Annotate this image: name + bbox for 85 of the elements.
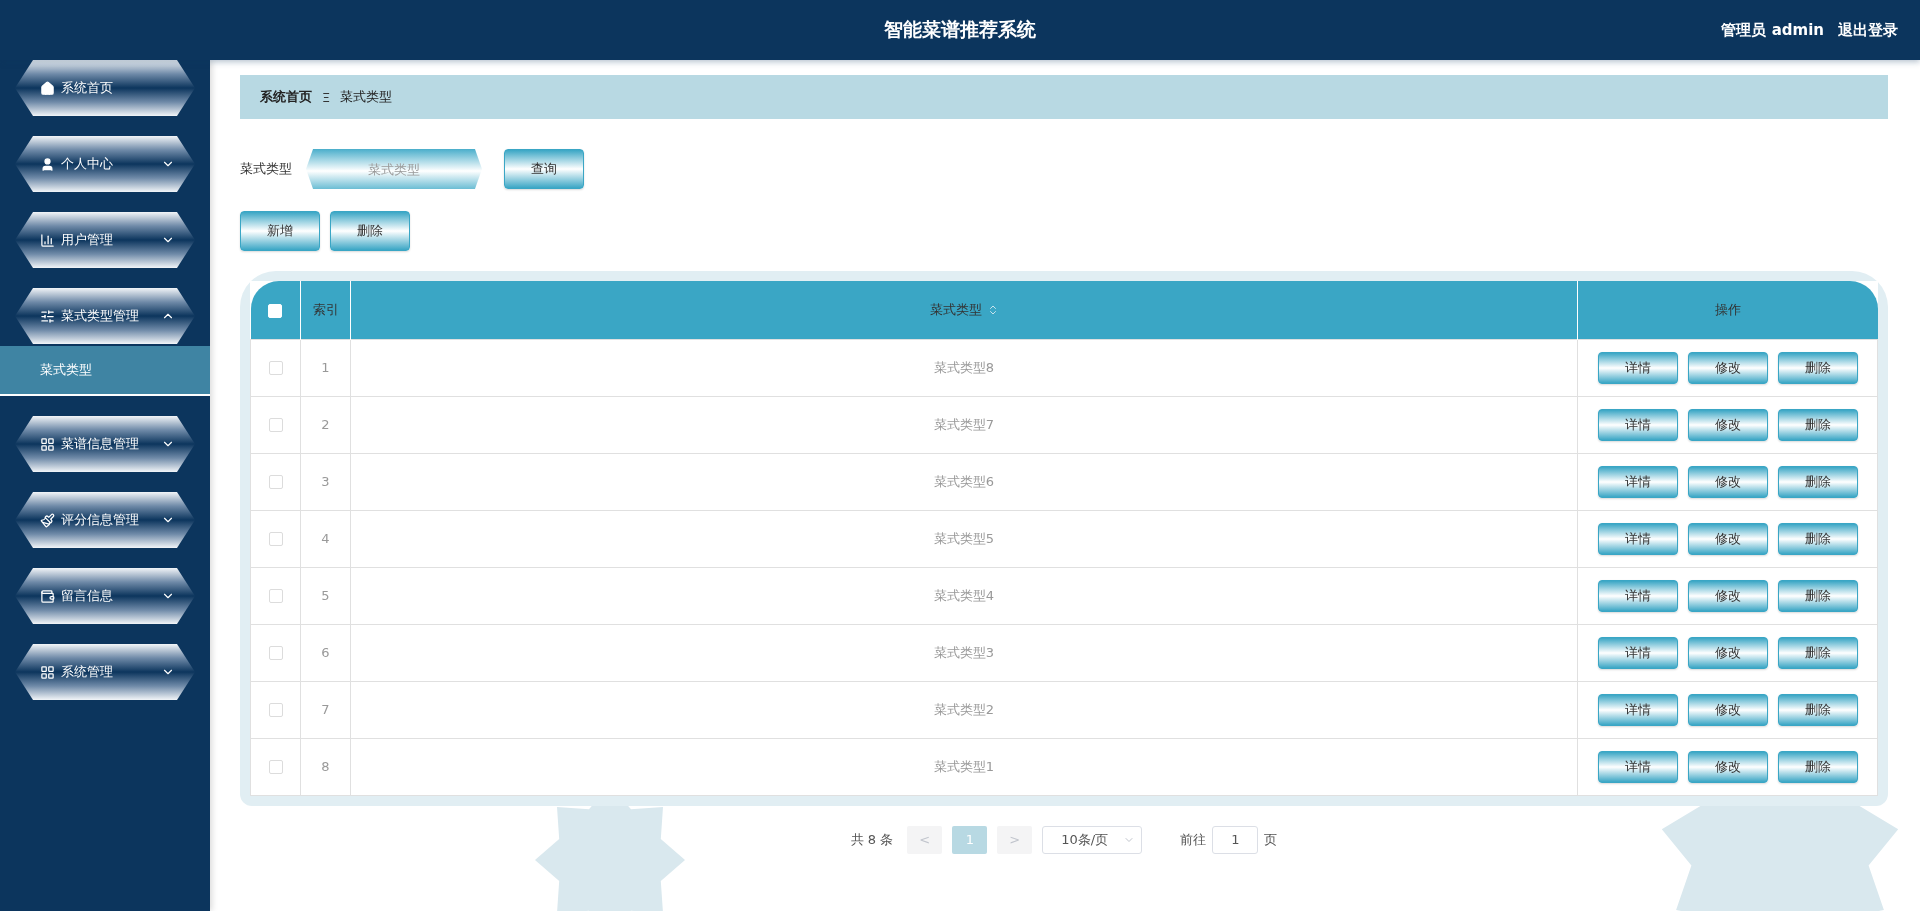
- sidebar-submenu-item[interactable]: 菜式类型: [0, 346, 210, 396]
- row-checkbox[interactable]: [268, 475, 283, 490]
- table-cell: 菜式类型1: [350, 738, 1578, 795]
- sidebar-menu-item[interactable]: 菜谱信息管理: [15, 416, 195, 472]
- detail-button[interactable]: 详情: [1597, 465, 1678, 498]
- breadcrumb-item: 菜式类型: [340, 88, 393, 106]
- table-cell: 菜式类型6: [350, 453, 1578, 510]
- index-cell: 6: [300, 624, 351, 681]
- bar-chart-icon: [40, 232, 55, 248]
- index-cell: 8: [300, 738, 351, 795]
- row-checkbox[interactable]: [268, 703, 283, 718]
- breadcrumb-item[interactable]: 系统首页: [260, 88, 312, 106]
- table-cell: 菜式类型5: [350, 510, 1578, 567]
- index-cell: 2: [300, 396, 351, 453]
- sidebar-menu-item[interactable]: 留言信息: [15, 568, 195, 624]
- detail-button[interactable]: 详情: [1597, 636, 1678, 669]
- sidebar-menu-item[interactable]: 评分信息管理: [15, 492, 195, 548]
- index-cell: 7: [300, 681, 351, 738]
- query-button[interactable]: 查询: [504, 149, 584, 189]
- detail-button[interactable]: 详情: [1597, 750, 1678, 783]
- edit-button[interactable]: 修改: [1687, 522, 1768, 555]
- row-checkbox[interactable]: [268, 646, 283, 661]
- grid-icon: [40, 436, 55, 452]
- search-field[interactable]: 菜式类型: [306, 149, 482, 189]
- logout-link[interactable]: 退出登录: [1838, 20, 1898, 40]
- sidebar-menu-item[interactable]: 系统管理: [15, 644, 195, 700]
- app-title: 智能菜谱推荐系统: [884, 17, 1036, 42]
- table-cell: 菜式类型3: [350, 624, 1578, 681]
- edit-button[interactable]: 修改: [1687, 579, 1768, 612]
- table-cell: 菜式类型8: [350, 339, 1578, 396]
- table-cell: 菜式类型7: [350, 396, 1578, 453]
- delete-button[interactable]: 删除: [1777, 522, 1858, 555]
- table-cell: 菜式类型4: [350, 567, 1578, 624]
- goto-page-field[interactable]: 1: [1212, 825, 1259, 854]
- row-checkbox[interactable]: [268, 760, 283, 775]
- search-label: 菜式类型: [240, 160, 292, 178]
- select-all-checkbox[interactable]: [268, 303, 283, 318]
- index-cell: 4: [300, 510, 351, 567]
- row-checkbox[interactable]: [268, 418, 283, 433]
- add-button[interactable]: 新增: [240, 211, 320, 251]
- sidebar-menu-item[interactable]: 个人中心: [15, 136, 195, 192]
- delete-button[interactable]: 删除: [330, 211, 410, 251]
- row-checkbox[interactable]: [268, 532, 283, 547]
- brush-icon: [40, 512, 55, 528]
- page-size-select[interactable]: 10条/页: [1042, 825, 1143, 854]
- sidebar-menu-item[interactable]: 用户管理: [15, 212, 195, 268]
- edit-button[interactable]: 修改: [1687, 750, 1768, 783]
- index-cell: 3: [300, 453, 351, 510]
- index-cell: 5: [300, 567, 351, 624]
- sidebar-menu-item[interactable]: 系统首页: [15, 60, 195, 116]
- row-checkbox[interactable]: [268, 589, 283, 604]
- detail-button[interactable]: 详情: [1597, 408, 1678, 441]
- column-header: 操作: [1714, 301, 1741, 317]
- edit-button[interactable]: 修改: [1687, 636, 1768, 669]
- home-icon: [40, 80, 55, 96]
- delete-button[interactable]: 删除: [1777, 351, 1858, 384]
- sliders-icon: [40, 308, 55, 324]
- grid-icon: [40, 664, 55, 680]
- delete-button[interactable]: 删除: [1777, 579, 1858, 612]
- delete-button[interactable]: 删除: [1777, 408, 1858, 441]
- delete-button[interactable]: 删除: [1777, 636, 1858, 669]
- delete-button[interactable]: 删除: [1777, 465, 1858, 498]
- detail-button[interactable]: 详情: [1597, 351, 1678, 384]
- detail-button[interactable]: 详情: [1597, 522, 1678, 555]
- detail-button[interactable]: 详情: [1597, 693, 1678, 726]
- table-cell: 菜式类型2: [350, 681, 1578, 738]
- user-name: 管理员 admin: [1721, 20, 1824, 40]
- edit-button[interactable]: 修改: [1687, 465, 1768, 498]
- goto-label: 前往: [1180, 830, 1207, 849]
- edit-button[interactable]: 修改: [1687, 693, 1768, 726]
- page-suffix: 页: [1264, 830, 1278, 849]
- sidebar-menu-item[interactable]: 菜式类型管理: [15, 288, 195, 344]
- wallet-icon: [40, 588, 55, 604]
- delete-button[interactable]: 删除: [1777, 750, 1858, 783]
- index-cell: 1: [300, 339, 351, 396]
- detail-button[interactable]: 详情: [1597, 579, 1678, 612]
- total-count: 共 8 条: [850, 830, 894, 849]
- delete-button[interactable]: 删除: [1777, 693, 1858, 726]
- column-header: 菜式类型: [929, 301, 982, 317]
- column-header: 索引: [312, 301, 339, 317]
- edit-button[interactable]: 修改: [1687, 351, 1768, 384]
- edit-button[interactable]: 修改: [1687, 408, 1768, 441]
- row-checkbox[interactable]: [268, 361, 283, 376]
- user-icon: [40, 156, 55, 172]
- breadcrumb-separator: Ξ: [322, 89, 331, 105]
